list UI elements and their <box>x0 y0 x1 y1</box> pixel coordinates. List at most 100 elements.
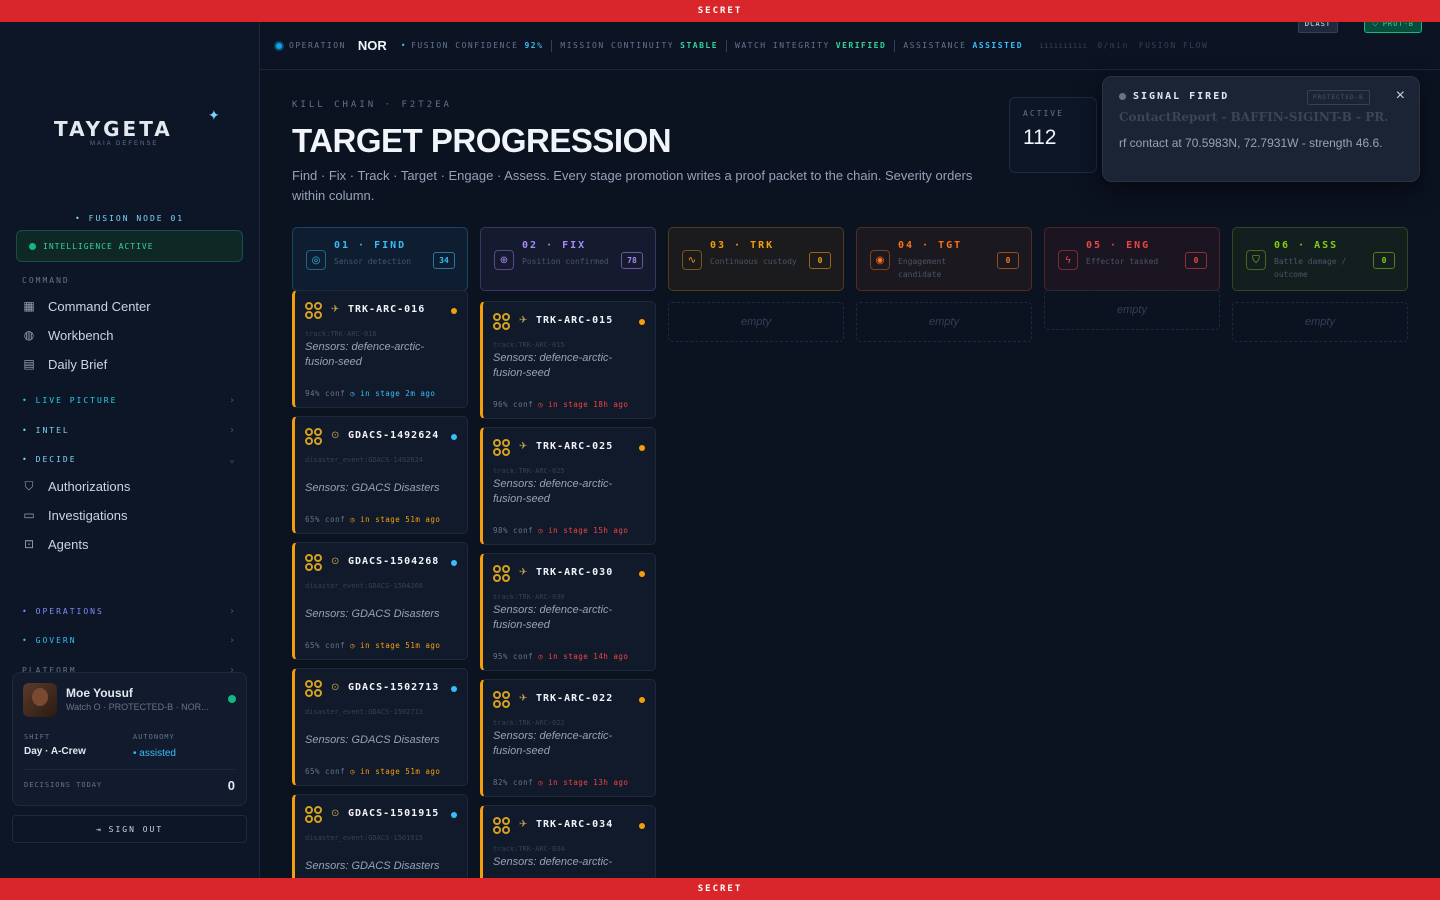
user-name: Moe Yousuf <box>66 686 133 700</box>
column-description: Continuous custody <box>710 257 797 266</box>
sensors-text: Sensors: defence-arctic-fusion-seed <box>493 730 613 757</box>
target-ref: disaster_event:GDACS-1492624 <box>305 456 424 464</box>
breadcrumb: KILL CHAIN · F2T2EA <box>292 100 452 110</box>
target-name: TRK-ARC-015 <box>536 315 614 326</box>
target-card[interactable]: ⊙ GDACS-1502713 disaster_event:GDACS-150… <box>292 668 468 786</box>
target-card[interactable]: ✈ TRK-ARC-034 track:TRK-ARC-034 Sensors:… <box>480 805 656 878</box>
target-card[interactable]: ✈ TRK-ARC-015 track:TRK-ARC-015 Sensors:… <box>480 301 656 419</box>
command-section-label: COMMAND <box>22 276 70 285</box>
column-count-badge: 0 <box>997 252 1019 269</box>
target-card[interactable]: ⊙ GDACS-1492624 disaster_event:GDACS-149… <box>292 416 468 534</box>
kanban-board: ✈ TRK-ARC-016 track:TRK-ARC-016 Sensors:… <box>292 290 1422 878</box>
live-dot-icon <box>276 42 282 49</box>
signal-toast[interactable]: SIGNAL FIRED PROTECTED-B × ContactReport… <box>1102 76 1420 182</box>
group-intel[interactable]: • INTEL › <box>22 425 237 436</box>
stage-icon: ϟ <box>1058 250 1078 270</box>
target-card[interactable]: ✈ TRK-ARC-022 track:TRK-ARC-022 Sensors:… <box>480 679 656 797</box>
decisions-count: 0 <box>227 778 235 793</box>
target-glyph-icon <box>305 680 322 697</box>
card-footer: 82% conf ◷ in stage 13h ago <box>493 778 629 787</box>
chevron-down-icon: ⌄ <box>228 454 237 465</box>
column-header[interactable]: ◎ 01 · FIND Sensor detection 34 <box>292 227 468 291</box>
status-dot-icon <box>29 242 36 250</box>
intel-status-badge[interactable]: INTELLIGENCE ACTIVE <box>16 230 243 262</box>
target-ref: track:TRK-ARC-022 <box>493 719 565 727</box>
stage-icon: ◉ <box>870 250 890 270</box>
target-name: TRK-ARC-022 <box>536 693 614 704</box>
nav-investigations[interactable]: ▭ Investigations <box>22 503 242 527</box>
column-description: Effector tasked <box>1086 257 1159 266</box>
target-ref: disaster_event:GDACS-1502713 <box>305 708 424 716</box>
plane-icon: ✈ <box>519 693 528 704</box>
column-header[interactable]: ∿ 03 · TRK Continuous custody 0 <box>668 227 844 291</box>
autonomy-label: AUTONOMY <box>133 733 175 741</box>
column-header[interactable]: ϟ 05 · ENG Effector tasked 0 <box>1044 227 1220 291</box>
column-header[interactable]: ⊕ 02 · FIX Position confirmed 78 <box>480 227 656 291</box>
target-glyph-icon <box>305 554 322 571</box>
nav-agents[interactable]: ⊡ Agents <box>22 532 242 556</box>
group-operations[interactable]: • OPERATIONS › <box>22 606 237 617</box>
column-title: 06 · ASS <box>1274 240 1339 251</box>
column-header[interactable]: ⛉ 06 · ASS Battle damage / outcome 0 <box>1232 227 1408 291</box>
empty-placeholder: empty <box>856 302 1032 342</box>
chevron-right-icon: › <box>228 635 237 646</box>
target-ref: track:TRK-ARC-030 <box>493 593 565 601</box>
severity-dot <box>639 697 645 703</box>
nav-authorizations[interactable]: ⛉ Authorizations <box>22 474 242 498</box>
column-title: 03 · TRK <box>710 240 775 251</box>
shift-value: Day · A-Crew <box>24 746 86 757</box>
card-footer: 94% conf ◷ in stage 2m ago <box>305 389 436 398</box>
column-description: Sensor detection <box>334 257 412 266</box>
close-icon[interactable]: × <box>1396 87 1405 105</box>
grid-icon: ▦ <box>23 299 35 313</box>
toast-report: ContactReport - BAFFIN-SIGINT-B - PR... <box>1119 110 1389 124</box>
severity-dot <box>451 812 457 818</box>
column-1: ◎ 01 · FIND Sensor detection 34 <box>292 227 468 291</box>
stage-icon: ◎ <box>306 250 326 270</box>
severity-dot <box>639 571 645 577</box>
target-card[interactable]: ✈ TRK-ARC-030 track:TRK-ARC-030 Sensors:… <box>480 553 656 671</box>
column-count-badge: 0 <box>1185 252 1207 269</box>
target-icon: ⊙ <box>331 808 340 819</box>
target-ref: track:TRK-ARC-015 <box>493 341 565 349</box>
user-card[interactable]: Moe Yousuf Watch O · PROTECTED-B · NOR..… <box>12 672 247 806</box>
card-footer: 98% conf ◷ in stage 15h ago <box>493 526 629 535</box>
signal-dot-icon <box>1119 93 1126 100</box>
column-header[interactable]: ◉ 04 · TGT Engagement candidate 0 <box>856 227 1032 291</box>
target-glyph-icon <box>493 439 510 456</box>
target-glyph-icon <box>493 313 510 330</box>
column-4: ◉ 04 · TGT Engagement candidate 0 <box>856 227 1032 291</box>
group-govern[interactable]: • GOVERN › <box>22 635 237 646</box>
flow-sparkline-icon: ıııııııııı <box>1039 41 1088 50</box>
nav-command-center[interactable]: ▦ Command Center <box>22 294 242 318</box>
nav-workbench[interactable]: ◍ Workbench <box>22 323 242 347</box>
nav-daily-brief[interactable]: ▤ Daily Brief <box>22 352 242 376</box>
target-card[interactable]: ✈ TRK-ARC-025 track:TRK-ARC-025 Sensors:… <box>480 427 656 545</box>
card-footer: 65% conf ◷ in stage 51m ago <box>305 641 441 650</box>
column-title: 02 · FIX <box>522 240 587 251</box>
empty-placeholder: empty <box>1044 290 1220 330</box>
target-card[interactable]: ⊙ GDACS-1504268 disaster_event:GDACS-150… <box>292 542 468 660</box>
target-name: GDACS-1504268 <box>348 556 440 567</box>
sidebar: TAYGETA MAIA DEFENSE ✦ • FUSION NODE 01 … <box>0 22 260 878</box>
target-glyph-icon <box>305 428 322 445</box>
chevron-right-icon: › <box>228 425 237 436</box>
sign-out-button[interactable]: ⇥ SIGN OUT <box>12 815 247 843</box>
target-card[interactable]: ✈ TRK-ARC-016 track:TRK-ARC-016 Sensors:… <box>292 290 468 408</box>
group-decide[interactable]: • DECIDE ⌄ <box>22 454 237 465</box>
plane-icon: ✈ <box>519 567 528 578</box>
severity-dot <box>639 319 645 325</box>
plane-icon: ✈ <box>519 819 528 830</box>
stage-icon: ⊕ <box>494 250 514 270</box>
document-icon: ▤ <box>23 357 35 371</box>
taygeta-logo: TAYGETA MAIA DEFENSE ✦ <box>54 107 220 147</box>
target-card[interactable]: ⊙ GDACS-1501915 disaster_event:GDACS-150… <box>292 794 468 878</box>
active-count: 112 <box>1023 126 1057 149</box>
target-ref: disaster_event:GDACS-1504268 <box>305 582 424 590</box>
classification-banner-top: SECRET <box>0 0 1440 22</box>
card-footer: 65% conf ◷ in stage 51m ago <box>305 767 441 776</box>
sensors-text: Sensors: GDACS Disasters <box>305 482 440 494</box>
group-live-picture[interactable]: • LIVE PICTURE › <box>22 395 237 406</box>
column-count-badge: 0 <box>1373 252 1395 269</box>
target-ref: track:TRK-ARC-025 <box>493 467 565 475</box>
